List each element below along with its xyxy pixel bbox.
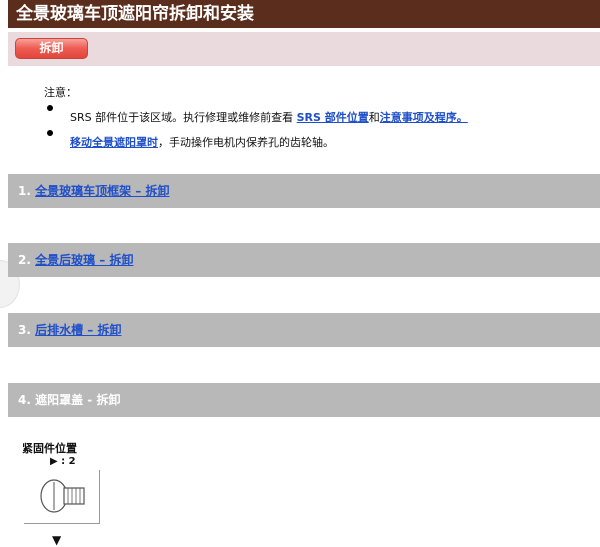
srs-location-link[interactable]: SRS 部件位置	[297, 111, 369, 124]
note-text: SRS 部件位于该区域。执行修理或维修前查看	[70, 111, 297, 124]
note-text: 和	[368, 111, 380, 124]
down-arrow-icon: ▼	[52, 533, 62, 547]
precautions-link[interactable]: 注意事项及程序。	[380, 111, 468, 124]
section-header: 拆卸	[8, 32, 600, 66]
fastener-location-title: 紧固件位置	[22, 442, 77, 455]
fastener-count: ▶ : 2	[50, 456, 76, 467]
step-number: 2.	[18, 253, 31, 267]
bullet-icon	[47, 105, 53, 111]
step-number: 1.	[18, 184, 31, 198]
step-number: 4.	[18, 393, 31, 407]
note-line-1: SRS 部件位于该区域。执行修理或维修前查看 SRS 部件位置和注意事项及程序。	[70, 109, 468, 125]
page-title: 全景玻璃车顶遮阳帘拆卸和安装	[8, 0, 600, 28]
screw-icon	[40, 479, 85, 513]
step-1-link[interactable]: 全景玻璃车顶框架 – 拆卸	[35, 184, 169, 198]
step-3-bar: 3. 后排水槽 – 拆卸	[8, 313, 600, 347]
step-4-bar: 4. 遮阳罩盖 - 拆卸	[8, 383, 600, 417]
step-number: 3.	[18, 323, 31, 337]
screw-diagram	[24, 470, 100, 524]
step-1-bar: 1. 全景玻璃车顶框架 – 拆卸	[8, 174, 600, 208]
note-label: 注意：	[44, 86, 77, 99]
move-sunshade-link[interactable]: 移动全景遮阳罩时	[70, 136, 158, 149]
step-2-link[interactable]: 全景后玻璃 – 拆卸	[35, 253, 133, 267]
step-3-link[interactable]: 后排水槽 – 拆卸	[35, 323, 121, 337]
bullet-icon	[47, 130, 53, 136]
note-text: ，手动操作电机内保养孔的齿轮轴。	[158, 136, 334, 149]
step-4-label: 遮阳罩盖 - 拆卸	[35, 393, 121, 407]
step-2-bar: 2. 全景后玻璃 – 拆卸	[8, 243, 600, 277]
remove-button[interactable]: 拆卸	[15, 38, 88, 59]
note-line-2: 移动全景遮阳罩时，手动操作电机内保养孔的齿轮轴。	[70, 134, 334, 150]
